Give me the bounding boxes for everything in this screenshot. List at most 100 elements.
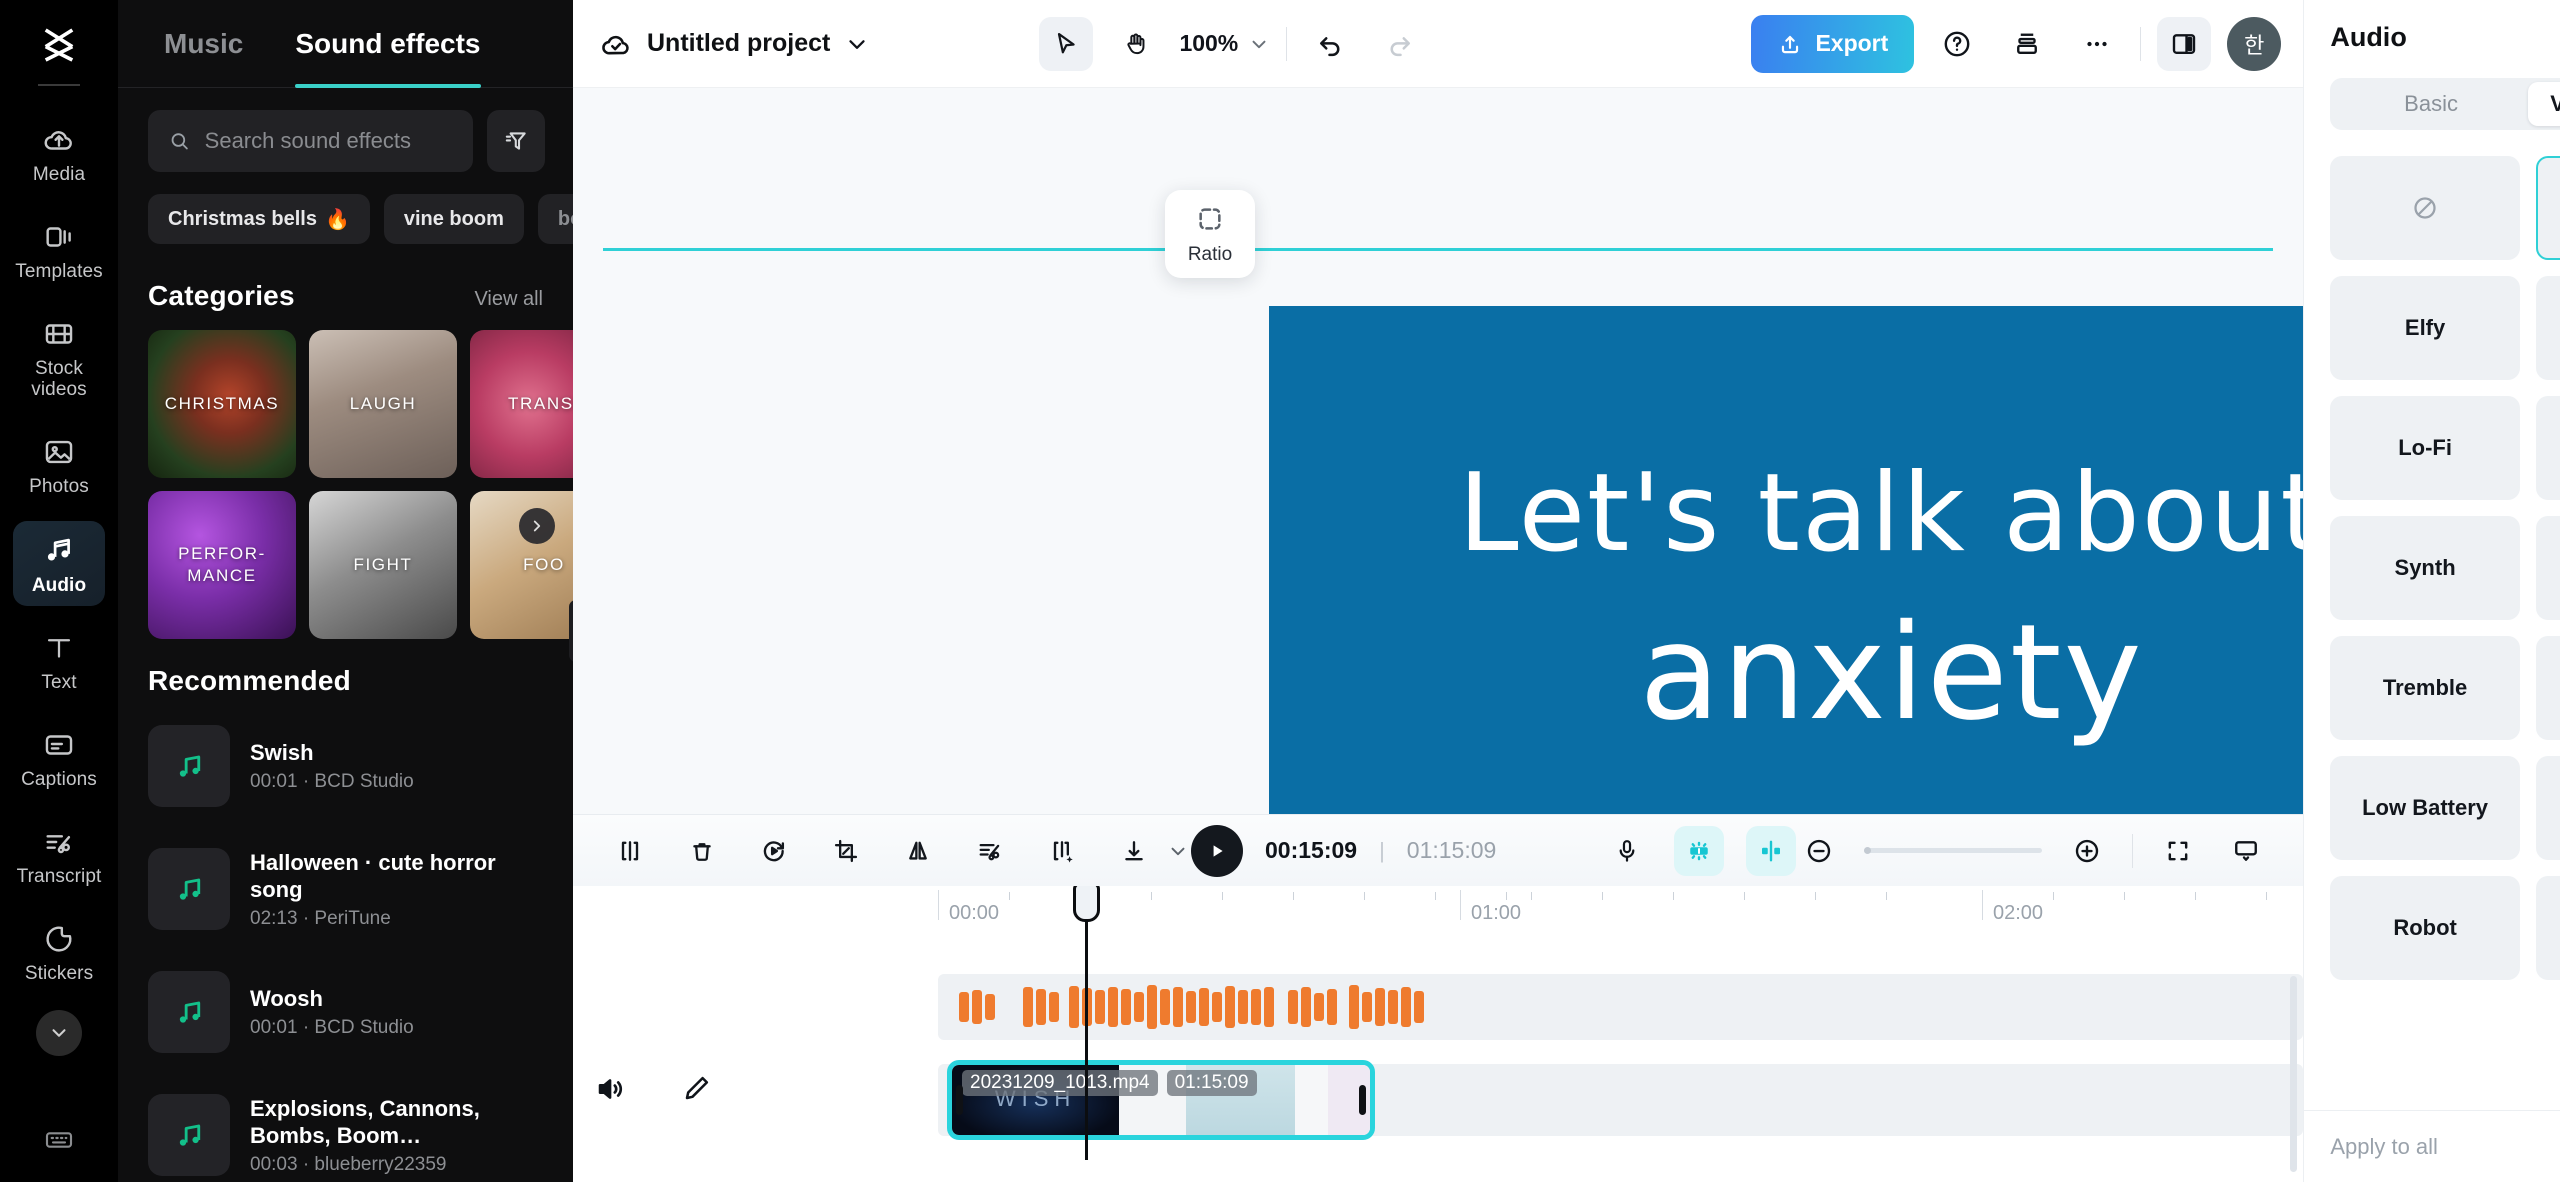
voice-option-distorted[interactable]: Distorted — [2536, 636, 2560, 740]
project-title-group[interactable]: Untitled project — [599, 27, 870, 61]
category-card[interactable]: FOO — [470, 491, 573, 639]
zoom-slider[interactable] — [1864, 848, 2042, 853]
category-card[interactable]: TRANSI — [470, 330, 573, 478]
search-box[interactable] — [148, 110, 473, 172]
list-item[interactable]: Explosions, Cannons, Bombs, Boom… 00:03 … — [148, 1067, 573, 1182]
voice-option-santa[interactable]: Santa — [2536, 156, 2560, 260]
voice-option-none[interactable] — [2330, 156, 2520, 260]
timeline-body[interactable]: 00:00 01:00 02: — [763, 886, 2303, 1182]
zoom-level-control[interactable]: 100% — [1179, 30, 1270, 57]
timeline-scrollbar[interactable] — [2290, 976, 2297, 1172]
split-view-button[interactable] — [2157, 17, 2211, 71]
voice-option-megaphone[interactable]: Megaphone — [2536, 276, 2560, 380]
timeline-clip[interactable]: WISH 20231209_1013.mp4 01:15:09 — [947, 1060, 1375, 1140]
category-card[interactable]: PERFOR- MANCE — [148, 491, 296, 639]
list-item[interactable]: Halloween · cute horror song 02:13 · Per… — [148, 821, 573, 957]
audio-waveform-track[interactable] — [938, 974, 2303, 1040]
undo-button[interactable] — [1303, 17, 1357, 71]
voice-option-vinyl[interactable]: Vinyl — [2536, 396, 2560, 500]
voice-option-robot[interactable]: Robot — [2330, 876, 2520, 980]
sidebar-item-transcript[interactable]: Transcript — [13, 814, 105, 897]
download-options-button[interactable] — [1165, 828, 1191, 874]
split-button[interactable] — [607, 828, 653, 874]
playhead-handle[interactable] — [1073, 886, 1100, 922]
panel-collapse-handle[interactable] — [569, 600, 573, 662]
sidebar-item-templates[interactable]: Templates — [13, 209, 105, 292]
zoom-in-button[interactable] — [2064, 828, 2110, 874]
voice-option-tremble[interactable]: Tremble — [2330, 636, 2520, 740]
help-button[interactable] — [1930, 17, 1984, 71]
voice-option-chipmunk[interactable]: Chipmunk — [2536, 756, 2560, 860]
chip-christmas-bells[interactable]: Christmas bells 🔥 — [148, 194, 370, 244]
tab-music[interactable]: Music — [138, 0, 269, 88]
redo-button[interactable] — [1373, 17, 1427, 71]
category-card[interactable]: LAUGH — [309, 330, 457, 478]
more-options-button[interactable] — [2070, 17, 2124, 71]
play-button[interactable] — [1191, 825, 1243, 877]
microphone-button[interactable] — [1602, 826, 1652, 876]
category-card[interactable]: FIGHT — [309, 491, 457, 639]
capcut-editor: Media Templates Stock videos Photos — [0, 0, 2560, 1182]
crop-button[interactable] — [823, 828, 869, 874]
clip-trim-handle-left[interactable] — [956, 1085, 963, 1115]
tab-basic[interactable]: Basic — [2334, 82, 2528, 126]
category-card[interactable]: CHRISTMAS — [148, 330, 296, 478]
voice-option-synth[interactable]: Synth — [2330, 516, 2520, 620]
chip-vine-boom[interactable]: vine boom — [384, 194, 524, 244]
present-button[interactable] — [2223, 828, 2269, 874]
layers-button[interactable] — [2000, 17, 2054, 71]
search-input[interactable] — [205, 128, 453, 154]
sidebar-item-stock-videos[interactable]: Stock videos — [13, 306, 105, 410]
voice-option-electronic[interactable]: Electronic — [2536, 516, 2560, 620]
apply-to-all-button[interactable]: Apply to all — [2304, 1110, 2560, 1182]
enhance-button[interactable] — [1039, 828, 1085, 874]
video-preview[interactable]: Let's talk about anxiety — [1269, 306, 2303, 814]
tab-sound-effects[interactable]: Sound effects — [269, 0, 506, 88]
export-button[interactable]: Export — [1751, 15, 1914, 73]
delete-button[interactable] — [679, 828, 725, 874]
sidebar-item-text[interactable]: Text — [13, 620, 105, 703]
rotate-button[interactable] — [751, 828, 797, 874]
list-item[interactable]: Swish 00:01 · BCD Studio — [148, 711, 573, 821]
sidebar-item-captions[interactable]: Captions — [13, 717, 105, 800]
chip-bo[interactable]: bo — [538, 194, 573, 244]
keyboard-shortcuts-button[interactable] — [43, 1124, 75, 1156]
tab-voice-changer[interactable]: Voice changer — [2528, 82, 2560, 126]
hand-tool-button[interactable] — [1109, 17, 1163, 71]
sidebar-item-photos[interactable]: Photos — [13, 424, 105, 507]
list-item[interactable]: Woosh 00:01 · BCD Studio — [148, 957, 573, 1067]
download-button[interactable] — [1111, 828, 1157, 874]
avatar[interactable]: 한 — [2227, 17, 2281, 71]
transcript-scissors-icon — [42, 825, 76, 859]
fullscreen-button[interactable] — [2155, 828, 2201, 874]
caption-toggle-button[interactable] — [1674, 826, 1724, 876]
sidebar-item-stickers[interactable]: Stickers — [13, 911, 105, 994]
chevron-down-icon[interactable] — [844, 31, 870, 57]
slider-knob[interactable] — [1864, 847, 1871, 854]
mirror-button[interactable] — [895, 828, 941, 874]
sidebar-item-audio[interactable]: Audio — [13, 521, 105, 606]
filter-button[interactable] — [487, 110, 545, 172]
clip-trim-handle-right[interactable] — [1359, 1085, 1366, 1115]
timeline[interactable]: 00:00 01:00 02: — [573, 886, 2303, 1182]
expand-more-button[interactable] — [36, 1010, 82, 1056]
mute-track-button[interactable] — [593, 1072, 627, 1106]
zoom-out-button[interactable] — [1796, 828, 1842, 874]
voice-option-lofi[interactable]: Lo-Fi — [2330, 396, 2520, 500]
voice-option-low-battery[interactable]: Low Battery — [2330, 756, 2520, 860]
edit-track-button[interactable] — [681, 1072, 713, 1104]
voice-option-elfy[interactable]: Elfy — [2330, 276, 2520, 380]
video-track[interactable]: WISH 20231209_1013.mp4 01:15:09 — [763, 1064, 2303, 1136]
voice-option-elf[interactable]: Elf — [2536, 876, 2560, 980]
select-tool-button[interactable] — [1039, 17, 1093, 71]
playhead[interactable] — [1085, 886, 1088, 1160]
split-toggle-button[interactable] — [1746, 826, 1796, 876]
ratio-tooltip[interactable]: Ratio — [1165, 190, 1255, 278]
view-all-link[interactable]: View all — [474, 288, 543, 311]
cut-button[interactable] — [967, 828, 1013, 874]
sidebar-item-media[interactable]: Media — [13, 112, 105, 195]
categories-next-button[interactable] — [519, 508, 555, 544]
capcut-logo[interactable] — [31, 22, 87, 68]
track-title: Swish — [250, 739, 414, 766]
timeline-ruler[interactable]: 00:00 01:00 02: — [763, 886, 2303, 932]
